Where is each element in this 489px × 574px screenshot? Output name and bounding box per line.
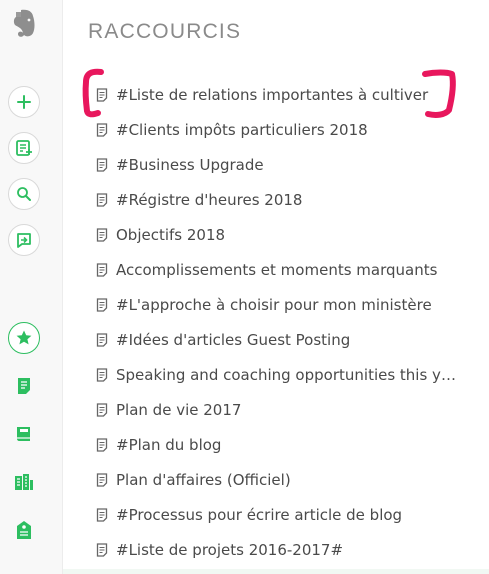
list-bottom-edge <box>63 569 489 574</box>
note-icon <box>96 437 108 452</box>
shortcut-item[interactable]: Speaking and coaching opportunities this… <box>63 357 489 392</box>
evernote-logo-icon[interactable] <box>10 8 38 40</box>
star-icon <box>16 330 32 345</box>
shortcut-label: #L'approche à choisir pour mon ministère <box>116 295 432 314</box>
page-title: RACCOURCIS <box>88 20 242 43</box>
shortcut-label: #Liste de relations importantes à cultiv… <box>116 85 429 104</box>
shortcut-item[interactable]: #Plan du blog <box>63 427 489 462</box>
shortcut-item[interactable]: Objectifs 2018 <box>63 217 489 252</box>
note-icon <box>96 367 108 382</box>
new-note-button[interactable] <box>8 86 40 118</box>
shortcuts-button[interactable] <box>8 322 40 354</box>
note-icon <box>96 507 108 522</box>
shortcut-item[interactable]: #Idées d'articles Guest Posting <box>63 322 489 357</box>
app-window: RACCOURCIS #Liste de relations important… <box>0 0 489 574</box>
shortcut-label: #Idées d'articles Guest Posting <box>116 330 351 349</box>
shortcut-item[interactable]: #Clients impôts particuliers 2018 <box>63 112 489 147</box>
note-icon <box>96 157 108 172</box>
shortcut-label: #Business Upgrade <box>116 155 264 174</box>
tags-button[interactable] <box>12 518 36 542</box>
shortcut-item[interactable]: #L'approche à choisir pour mon ministère <box>63 287 489 322</box>
shortcut-label: Accomplissements et moments marquants <box>116 260 438 279</box>
sidebar <box>0 0 63 574</box>
plus-icon <box>17 95 31 109</box>
shortcut-label: #Plan du blog <box>116 435 222 454</box>
shortcut-label: #Clients impôts particuliers 2018 <box>116 120 368 139</box>
shortcut-item[interactable]: #Liste de projets 2016-2017# <box>63 532 489 567</box>
notebooks-button[interactable] <box>12 422 36 446</box>
note-icon <box>96 332 108 347</box>
notebook-icon <box>17 427 30 441</box>
note-icon <box>96 542 108 557</box>
note-icon <box>96 262 108 277</box>
shortcut-item[interactable]: #Régistre d'heures 2018 <box>63 182 489 217</box>
shortcut-label: Plan d'affaires (Officiel) <box>116 470 291 489</box>
note-icon <box>96 227 108 242</box>
shortcut-list: #Liste de relations importantes à cultiv… <box>63 77 489 567</box>
note-icon <box>96 297 108 312</box>
note-icon <box>96 472 108 487</box>
notes-button[interactable] <box>12 374 36 398</box>
shortcuts-panel: RACCOURCIS #Liste de relations important… <box>63 0 489 574</box>
shortcut-item[interactable]: Accomplissements et moments marquants <box>63 252 489 287</box>
shortcut-label: Speaking and coaching opportunities this… <box>116 365 461 384</box>
shortcut-label: Plan de vie 2017 <box>116 400 242 419</box>
shortcut-label: #Liste de projets 2016-2017# <box>116 540 344 559</box>
note-plus-icon <box>16 140 32 156</box>
search-icon <box>17 187 31 201</box>
shortcut-item[interactable]: Plan d'affaires (Officiel) <box>63 462 489 497</box>
work-button[interactable] <box>12 470 36 494</box>
note-icon <box>96 122 108 137</box>
shortcut-item[interactable]: Plan de vie 2017 <box>63 392 489 427</box>
shortcut-item[interactable]: #Liste de relations importantes à cultiv… <box>63 77 489 112</box>
new-note-template-button[interactable] <box>8 132 40 164</box>
note-icon <box>18 378 30 394</box>
note-icon <box>96 192 108 207</box>
building-icon <box>15 474 33 490</box>
shortcut-item[interactable]: #Processus pour écrire article de blog <box>63 497 489 532</box>
note-icon <box>96 402 108 417</box>
tag-icon <box>17 521 31 539</box>
work-chat-button[interactable] <box>8 224 40 256</box>
search-button[interactable] <box>8 178 40 210</box>
shortcut-label: #Régistre d'heures 2018 <box>116 190 303 209</box>
shortcut-item[interactable]: #Business Upgrade <box>63 147 489 182</box>
shortcut-label: Objectifs 2018 <box>116 225 226 244</box>
shortcut-label: #Processus pour écrire article de blog <box>116 505 403 524</box>
note-icon <box>96 87 108 102</box>
share-icon <box>17 233 31 248</box>
